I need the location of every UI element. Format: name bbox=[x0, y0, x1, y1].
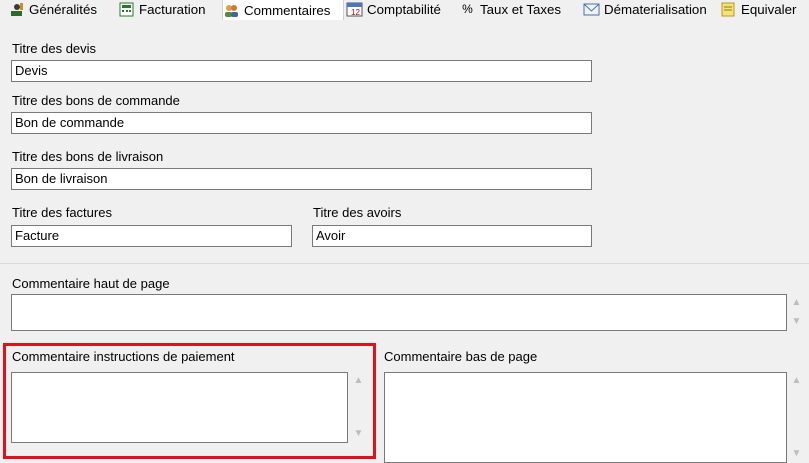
paiement-label: Commentaire instructions de paiement bbox=[12, 349, 235, 364]
bons-commande-title-field[interactable]: Bon de commande bbox=[11, 112, 592, 134]
haut-page-label: Commentaire haut de page bbox=[12, 276, 170, 291]
tab-bar: Généralités Facturation Commentaires 12 … bbox=[0, 0, 809, 21]
people-icon bbox=[223, 3, 240, 18]
bons-commande-title-label: Titre des bons de commande bbox=[12, 93, 180, 108]
tab-label: Equivaler bbox=[741, 2, 797, 17]
calendar-icon: 12 bbox=[346, 2, 363, 17]
tab-commentaires[interactable]: Commentaires bbox=[222, 0, 344, 20]
percent-icon: % bbox=[459, 2, 476, 17]
haut-page-scrollbar[interactable]: ▲ ▼ bbox=[788, 294, 805, 331]
devis-title-field[interactable]: Devis bbox=[11, 60, 592, 82]
tab-label: Généralités bbox=[29, 2, 97, 17]
paiement-scrollbar[interactable]: ▲ ▼ bbox=[350, 372, 367, 443]
bas-page-memo[interactable] bbox=[384, 372, 787, 463]
tab-dematerialisation[interactable]: Dématerialisation bbox=[583, 0, 707, 19]
tab-label: Facturation bbox=[139, 2, 206, 17]
bas-page-scrollbar[interactable]: ▲ ▼ bbox=[788, 372, 805, 463]
envelope-icon bbox=[583, 2, 600, 17]
wrench-figure-icon bbox=[8, 2, 25, 17]
commentaires-panel: Titre des devis Devis Titre des bons de … bbox=[0, 20, 809, 463]
tab-label: Dématerialisation bbox=[604, 2, 707, 17]
percent-icon-text: % bbox=[462, 2, 473, 16]
tab-equivalences[interactable]: Equivaler bbox=[720, 0, 796, 19]
section-divider bbox=[0, 263, 809, 264]
scroll-down-icon[interactable]: ▼ bbox=[788, 315, 805, 329]
scroll-up-icon[interactable]: ▲ bbox=[788, 374, 805, 388]
tab-comptabilite[interactable]: 12 Comptabilité bbox=[346, 0, 441, 19]
bons-livraison-title-label: Titre des bons de livraison bbox=[12, 149, 164, 164]
factures-title-label: Titre des factures bbox=[12, 205, 112, 220]
tab-label: Commentaires bbox=[244, 2, 331, 18]
avoirs-title-field[interactable]: Avoir bbox=[312, 225, 592, 247]
scroll-up-icon[interactable]: ▲ bbox=[350, 374, 367, 388]
scroll-down-icon[interactable]: ▼ bbox=[350, 427, 367, 441]
scroll-up-icon[interactable]: ▲ bbox=[788, 296, 805, 310]
tab-generalites[interactable]: Généralités bbox=[8, 0, 97, 19]
tab-label: Comptabilité bbox=[367, 2, 441, 17]
scroll-down-icon[interactable]: ▼ bbox=[788, 447, 805, 461]
calculator-icon bbox=[118, 2, 135, 17]
note-icon bbox=[720, 2, 737, 17]
calendar-icon-text: 12 bbox=[351, 8, 360, 17]
bas-page-label: Commentaire bas de page bbox=[384, 349, 538, 364]
tab-taux-taxes[interactable]: % Taux et Taxes bbox=[459, 0, 561, 19]
paiement-memo[interactable] bbox=[11, 372, 348, 443]
bons-livraison-title-field[interactable]: Bon de livraison bbox=[11, 168, 592, 190]
factures-title-field[interactable]: Facture bbox=[11, 225, 292, 247]
avoirs-title-label: Titre des avoirs bbox=[313, 205, 402, 220]
devis-title-label: Titre des devis bbox=[12, 41, 97, 56]
tab-facturation[interactable]: Facturation bbox=[118, 0, 206, 19]
tab-label: Taux et Taxes bbox=[480, 2, 562, 17]
haut-page-memo[interactable] bbox=[11, 294, 787, 331]
